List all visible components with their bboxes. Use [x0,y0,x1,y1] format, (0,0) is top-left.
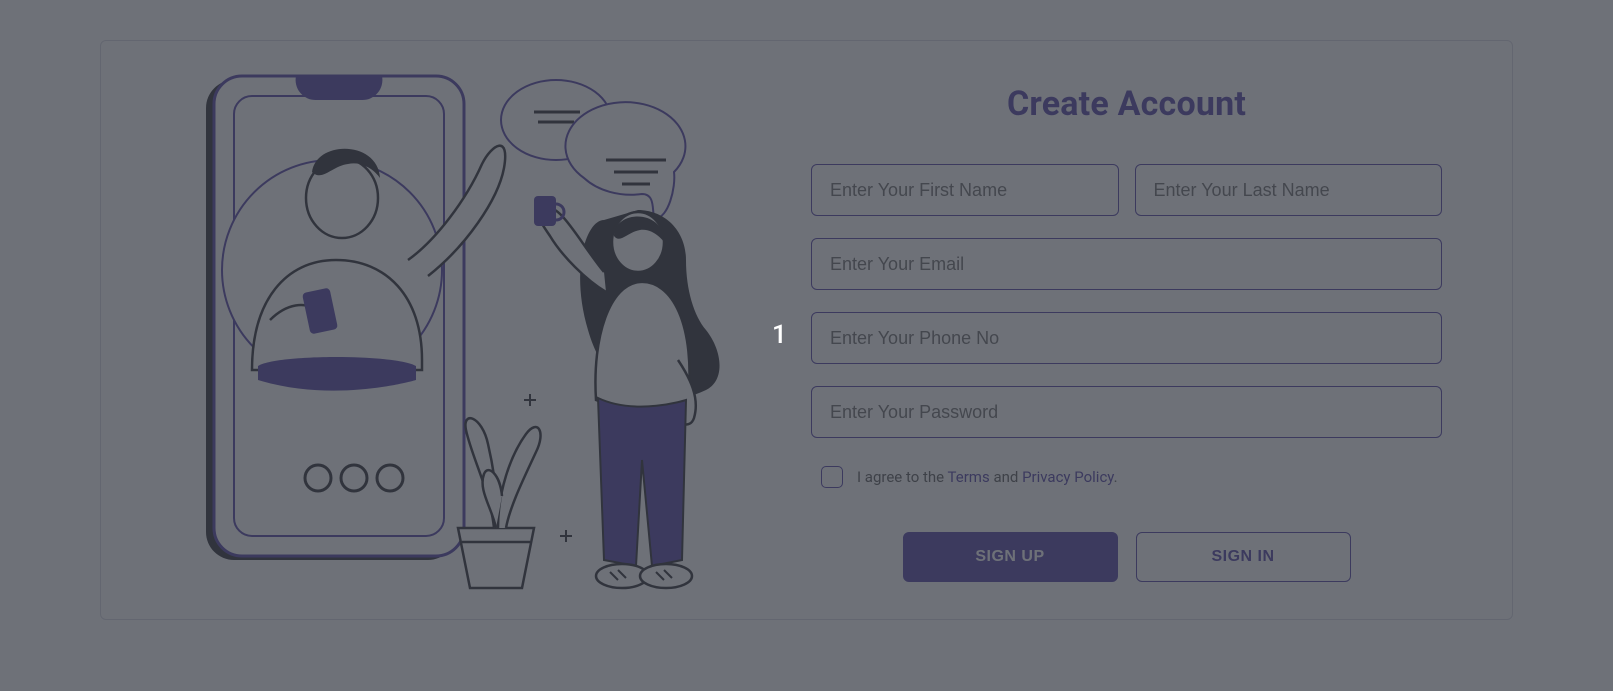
signup-form: Create Account I agree [811,78,1442,582]
last-name-field[interactable] [1135,164,1443,216]
password-field[interactable] [811,386,1442,438]
form-title: Create Account [1007,84,1246,124]
signup-card: Create Account I agree [100,40,1513,620]
privacy-link[interactable]: Privacy Policy [1022,468,1114,486]
agree-text: I agree to the Terms and Privacy Policy. [857,468,1118,486]
first-name-field[interactable] [811,164,1119,216]
terms-link[interactable]: Terms [948,468,990,486]
hero-illustration [131,60,781,600]
sign-in-button[interactable]: SIGN IN [1136,532,1351,582]
agree-checkbox[interactable] [821,466,843,488]
email-field[interactable] [811,238,1442,290]
agree-row: I agree to the Terms and Privacy Policy. [811,466,1442,488]
sign-up-button[interactable]: SIGN UP [903,532,1118,582]
phone-field[interactable] [811,312,1442,364]
